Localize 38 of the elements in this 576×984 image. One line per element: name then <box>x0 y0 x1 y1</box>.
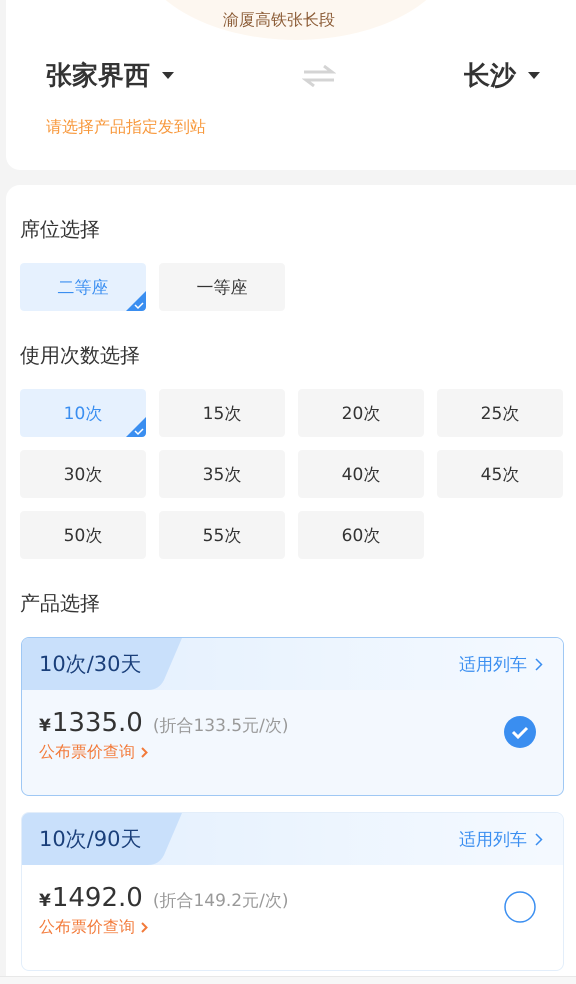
product-card[interactable]: 10次/30天 适用列车 ¥1335.0 (折合133.5元/次) 公布票价查询 <box>21 637 564 796</box>
dropdown-caret-icon <box>528 72 540 80</box>
option-chip[interactable]: 30次 <box>20 450 146 498</box>
departure-station-selector[interactable]: 张家界西 <box>46 58 174 93</box>
option-chip[interactable]: 45次 <box>437 450 563 498</box>
product-card[interactable]: 10次/90天 适用列车 ¥1492.0 (折合149.2元/次) 公布票价查询 <box>21 812 564 971</box>
route-title: 渝厦高铁张长段 <box>223 9 335 31</box>
option-chip[interactable]: 25次 <box>437 389 563 437</box>
option-chip[interactable]: 15次 <box>159 389 285 437</box>
section-title: 席位选择 <box>20 216 100 243</box>
section-title: 产品选择 <box>20 590 100 617</box>
option-chip[interactable]: 一等座 <box>159 263 285 311</box>
chevron-right-icon <box>141 922 148 933</box>
radio-unchecked-icon[interactable] <box>504 891 536 923</box>
option-chip[interactable]: 60次 <box>298 511 424 559</box>
currency-symbol: ¥ <box>39 716 51 736</box>
option-chip[interactable]: 35次 <box>159 450 285 498</box>
check-corner-icon <box>126 417 146 437</box>
section-title: 使用次数选择 <box>20 342 140 369</box>
option-chip[interactable]: 50次 <box>20 511 146 559</box>
radio-checked-icon[interactable] <box>504 716 536 748</box>
option-chip[interactable]: 55次 <box>159 511 285 559</box>
price: 1335.0 <box>52 708 143 738</box>
chevron-right-icon <box>141 747 148 758</box>
currency-symbol: ¥ <box>39 891 51 911</box>
price: 1492.0 <box>52 883 143 913</box>
hint-text: 请选择产品指定发到站 <box>46 117 206 138</box>
option-chip[interactable]: 40次 <box>298 450 424 498</box>
unit-price: (折合133.5元/次) <box>152 715 288 737</box>
product-name: 10次/30天 <box>39 651 142 678</box>
check-corner-icon <box>126 291 146 311</box>
dropdown-caret-icon <box>162 72 174 80</box>
arrival-station-selector[interactable]: 长沙 <box>464 58 540 93</box>
product-name: 10次/90天 <box>39 826 142 853</box>
chevron-right-icon <box>535 832 543 846</box>
unit-price: (折合149.2元/次) <box>152 890 288 912</box>
chevron-right-icon <box>535 658 543 670</box>
option-chip[interactable]: 20次 <box>298 389 424 437</box>
